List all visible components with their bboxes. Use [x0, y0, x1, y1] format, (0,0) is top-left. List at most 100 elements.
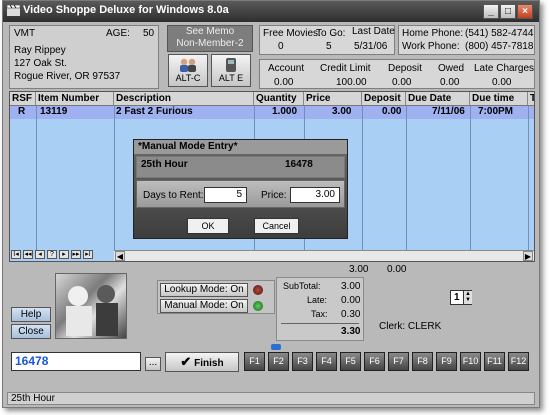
free-movies-value: 0	[278, 41, 284, 52]
alt-e-label: ALT E	[218, 73, 244, 83]
help-button[interactable]: Help	[11, 307, 51, 322]
nav-prev-page-button[interactable]: ◂◂	[23, 250, 33, 259]
alt-c-label: ALT-C	[175, 73, 201, 83]
cancel-button[interactable]: Cancel	[254, 218, 299, 234]
table-row[interactable]: R 13119 2 Fast 2 Furious 1.000 3.00 0.00…	[10, 106, 534, 119]
days-to-rent-label: Days to Rent:	[143, 190, 204, 201]
col-due-date[interactable]: Due Date	[406, 92, 470, 106]
price-input[interactable]: 3.00	[290, 187, 340, 203]
f4-key[interactable]: F4	[316, 352, 337, 371]
nav-last-button[interactable]: ▸I	[83, 250, 93, 259]
account-value: 0.00	[274, 77, 294, 88]
people-icon	[180, 58, 196, 72]
dialog-fields: Days to Rent: 5 Price: 3.00	[136, 180, 345, 208]
alt-c-button[interactable]: ALT-C	[168, 54, 208, 87]
column-divider	[470, 106, 471, 251]
manual-mode-button[interactable]: Manual Mode: On	[160, 299, 248, 313]
col-item-number[interactable]: Item Number	[36, 92, 114, 106]
maximize-button[interactable]: □	[500, 4, 516, 19]
close-window-button[interactable]: ×	[517, 4, 533, 19]
f8-key[interactable]: F8	[412, 352, 433, 371]
f9-key[interactable]: F9	[436, 352, 457, 371]
f12-key[interactable]: F12	[508, 352, 529, 371]
scroll-left-arrow-icon[interactable]: ◀	[115, 251, 125, 261]
lookup-mode-button[interactable]: Lookup Mode: On	[160, 283, 248, 297]
credit-limit-header: Credit Limit	[320, 63, 371, 74]
col-deposit[interactable]: Deposit	[362, 92, 406, 106]
credit-limit-value: 100.00	[336, 77, 367, 88]
f1-key[interactable]: F1	[244, 352, 265, 371]
nav-prev-button[interactable]: ◂	[35, 250, 45, 259]
col-description[interactable]: Description	[114, 92, 254, 106]
cell-description: 2 Fast 2 Furious	[116, 106, 193, 117]
title-bar[interactable]: Video Shoppe Deluxe for Windows 8.0a _ □…	[3, 1, 539, 22]
manual-mode-dialog: *Manual Mode Entry* 25th Hour 16478 Days…	[133, 139, 348, 239]
customer-address-1: 127 Oak St.	[14, 58, 67, 69]
f5-key[interactable]: F5	[340, 352, 361, 371]
customer-address-2: Rogue River, OR 97537	[14, 71, 121, 82]
quantity-spinner[interactable]: 1 ▲ ▼	[450, 290, 472, 305]
col-quantity[interactable]: Quantity	[254, 92, 304, 106]
nav-next-page-button[interactable]: ▸▸	[71, 250, 81, 259]
late-charges-value: 0.00	[492, 77, 512, 88]
late-value: 0.00	[341, 295, 361, 306]
owed-header: Owed	[438, 63, 465, 74]
customer-code: VMT	[14, 28, 36, 39]
horizontal-scrollbar[interactable]: ◀ ▶	[114, 250, 534, 261]
f10-key[interactable]: F10	[460, 352, 481, 371]
customer-name: Ray Rippey	[14, 45, 66, 56]
cell-item-number: 13119	[40, 106, 68, 117]
price-label: Price:	[261, 190, 287, 201]
nav-next-button[interactable]: ▸	[59, 250, 69, 259]
f3-key[interactable]: F3	[292, 352, 313, 371]
finish-button[interactable]: ✔ Finish	[165, 352, 239, 372]
column-divider	[36, 106, 37, 251]
film-clapper-icon	[7, 5, 20, 16]
ok-button[interactable]: OK	[187, 218, 229, 234]
memo-line-1: See Memo	[185, 26, 235, 37]
tax-value: 0.30	[341, 309, 361, 320]
close-button[interactable]: Close	[11, 324, 51, 339]
cell-rsf: R	[18, 106, 26, 117]
checkmark-icon: ✔	[180, 354, 192, 369]
col-due-time[interactable]: Due time	[470, 92, 528, 106]
account-header: Account	[268, 63, 305, 74]
to-go-label: To Go:	[316, 28, 346, 39]
col-price[interactable]: Price	[304, 92, 362, 106]
col-t[interactable]: T	[528, 92, 534, 106]
alt-e-button[interactable]: ALT E	[211, 54, 251, 87]
cell-due-date: 7/11/06	[432, 106, 465, 117]
cell-price: 3.00	[332, 106, 352, 117]
age-label: AGE:	[106, 28, 130, 39]
work-phone-label: Work Phone:	[402, 41, 460, 52]
col-rsf[interactable]: RSF	[10, 92, 36, 106]
work-phone-value: (800) 457-7818	[465, 41, 534, 52]
customer-panel: VMT AGE: 50 Ray Rippey 127 Oak St. Rogue…	[9, 25, 159, 89]
f2-key[interactable]: F2	[268, 352, 289, 371]
owed-value: 0.00	[440, 77, 460, 88]
spinner-value: 1	[454, 292, 460, 303]
clerk-label: Clerk: CLERK	[379, 321, 442, 332]
dialog-item-title: 25th Hour	[141, 159, 188, 170]
spinner-arrows-icon[interactable]: ▲ ▼	[463, 291, 472, 304]
nav-find-button[interactable]: ?	[47, 250, 57, 259]
status-bar: 25th Hour	[7, 392, 535, 405]
cell-due-time: 7:00PM	[478, 106, 514, 117]
column-divider	[362, 106, 363, 251]
movies-panel: Free Movies: 0 To Go: 5 Last Date 5/31/0…	[259, 25, 395, 55]
days-to-rent-input[interactable]: 5	[204, 187, 247, 203]
nav-first-button[interactable]: I◂	[11, 250, 21, 259]
scroll-right-arrow-icon[interactable]: ▶	[523, 251, 533, 261]
grid-total-price: 3.00	[349, 264, 369, 275]
browse-button[interactable]: ...	[145, 357, 161, 371]
column-divider	[528, 106, 529, 251]
item-entry-input[interactable]: 16478	[11, 352, 141, 371]
f6-key[interactable]: F6	[364, 352, 385, 371]
memo-box[interactable]: See Memo Non-Member-2	[167, 25, 253, 52]
f7-key[interactable]: F7	[388, 352, 409, 371]
column-divider	[406, 106, 407, 251]
f11-key[interactable]: F11	[484, 352, 505, 371]
minimize-button[interactable]: _	[483, 4, 499, 19]
free-movies-label: Free Movies:	[263, 28, 321, 39]
lookup-mode-indicator-icon	[253, 285, 263, 295]
